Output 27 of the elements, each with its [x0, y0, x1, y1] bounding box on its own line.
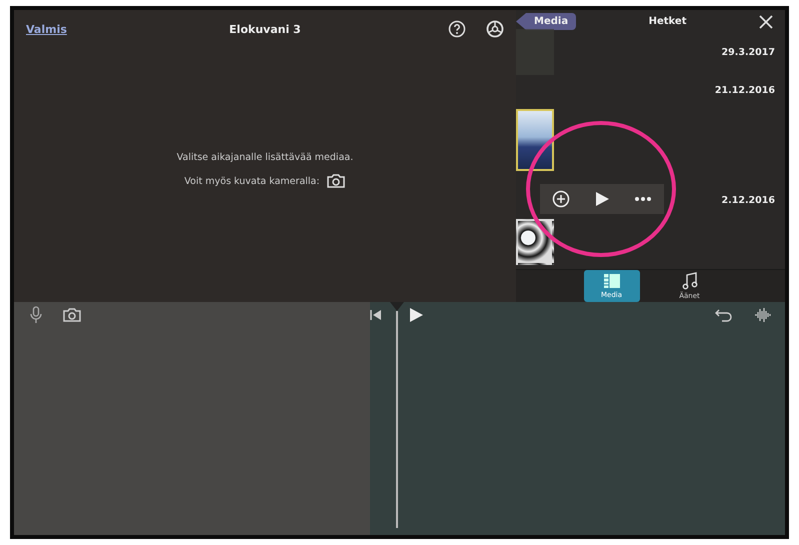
- close-icon[interactable]: [759, 14, 773, 28]
- music-note-icon: [682, 272, 698, 290]
- waveform-icon[interactable]: [753, 307, 773, 323]
- moment-date: 29.3.2017: [722, 46, 775, 58]
- camera-hint: Voit myös kuvata kameralla:: [184, 176, 320, 186]
- settings-icon[interactable]: [486, 20, 504, 38]
- done-link[interactable]: Valmis: [26, 22, 67, 36]
- camera-icon[interactable]: [326, 173, 346, 189]
- playhead[interactable]: [389, 302, 405, 528]
- back-button[interactable]: Media: [516, 13, 576, 30]
- undo-icon[interactable]: [715, 307, 733, 323]
- add-icon[interactable]: [552, 190, 570, 208]
- empty-message: Valitse aikajanalle lisättävää mediaa.: [176, 152, 354, 163]
- moment-date: 2.12.2016: [722, 194, 775, 206]
- panel-title: Hetket: [648, 16, 688, 27]
- more-icon[interactable]: [634, 196, 652, 202]
- microphone-icon[interactable]: [30, 306, 42, 324]
- film-icon: [602, 273, 620, 289]
- skip-to-start-icon[interactable]: [370, 309, 382, 321]
- photo-placeholder[interactable]: [516, 109, 554, 171]
- play-icon[interactable]: [594, 191, 610, 207]
- help-icon[interactable]: [448, 20, 466, 38]
- camera-icon[interactable]: [62, 307, 82, 323]
- project-title: Elokuvani 3: [229, 22, 301, 36]
- moment-date: 21.12.2016: [714, 84, 775, 96]
- play-icon[interactable]: [408, 307, 424, 323]
- photo-placeholder[interactable]: [516, 219, 554, 265]
